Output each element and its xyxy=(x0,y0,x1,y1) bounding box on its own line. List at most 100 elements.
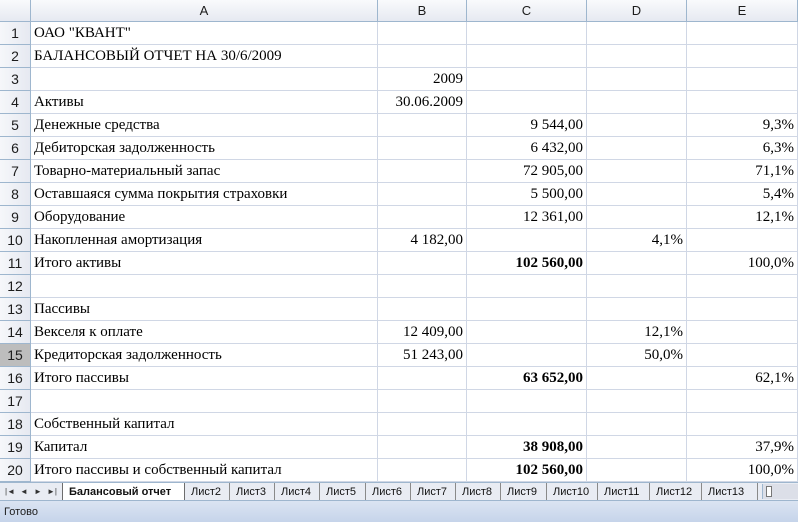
cell-e20[interactable]: 100,0% xyxy=(687,459,798,482)
row-header[interactable]: 14 xyxy=(0,321,31,344)
tab-scrollbar[interactable] xyxy=(762,484,798,499)
cell-e17[interactable] xyxy=(687,390,798,413)
cell-d4[interactable] xyxy=(587,91,687,114)
cell-c2[interactable] xyxy=(467,45,587,68)
row-header[interactable]: 2 xyxy=(0,45,31,68)
cell-d3[interactable] xyxy=(587,68,687,91)
cell-c11[interactable]: 102 560,00 xyxy=(467,252,587,275)
cell-c6[interactable]: 6 432,00 xyxy=(467,137,587,160)
sheet-tab[interactable]: Лист6 xyxy=(366,483,411,500)
row-header[interactable]: 7 xyxy=(0,160,31,183)
row-header[interactable]: 12 xyxy=(0,275,31,298)
cell-c9[interactable]: 12 361,00 xyxy=(467,206,587,229)
cell-b16[interactable] xyxy=(378,367,467,390)
cell-d20[interactable] xyxy=(587,459,687,482)
row-header[interactable]: 4 xyxy=(0,91,31,114)
row-header[interactable]: 1 xyxy=(0,22,31,45)
cell-e11[interactable]: 100,0% xyxy=(687,252,798,275)
row-header[interactable]: 5 xyxy=(0,114,31,137)
row-header[interactable]: 9 xyxy=(0,206,31,229)
cell-c15[interactable] xyxy=(467,344,587,367)
cell-d11[interactable] xyxy=(587,252,687,275)
cell-a3[interactable] xyxy=(31,68,378,91)
cell-b14[interactable]: 12 409,00 xyxy=(378,321,467,344)
cell-d12[interactable] xyxy=(587,275,687,298)
sheet-tab[interactable]: Лист2 xyxy=(185,483,230,500)
sheet-tab[interactable]: Лист7 xyxy=(411,483,456,500)
cell-a16[interactable]: Итого пассивы xyxy=(31,367,378,390)
cell-d10[interactable]: 4,1% xyxy=(587,229,687,252)
cell-c13[interactable] xyxy=(467,298,587,321)
cell-c19[interactable]: 38 908,00 xyxy=(467,436,587,459)
cell-d6[interactable] xyxy=(587,137,687,160)
cell-d17[interactable] xyxy=(587,390,687,413)
sheet-tab[interactable]: Лист8 xyxy=(456,483,501,500)
cell-b3[interactable]: 2009 xyxy=(378,68,467,91)
sheet-tab[interactable]: Лист12 xyxy=(650,483,702,500)
cell-d9[interactable] xyxy=(587,206,687,229)
cell-b11[interactable] xyxy=(378,252,467,275)
cell-e3[interactable] xyxy=(687,68,798,91)
spreadsheet-grid[interactable]: ABCDE 1 ОАО "КВАНТ" 2 БАЛАНСОВЫЙ ОТЧЕТ НА 3… xyxy=(0,0,798,482)
cell-b15[interactable]: 51 243,00 xyxy=(378,344,467,367)
cell-a7[interactable]: Товарно-материальный запас xyxy=(31,160,378,183)
cell-a10[interactable]: Накопленная амортизация xyxy=(31,229,378,252)
cell-d14[interactable]: 12,1% xyxy=(587,321,687,344)
cell-a12[interactable] xyxy=(31,275,378,298)
column-header-c[interactable]: C xyxy=(467,0,587,22)
cell-e6[interactable]: 6,3% xyxy=(687,137,798,160)
cell-e19[interactable]: 37,9% xyxy=(687,436,798,459)
cell-e13[interactable] xyxy=(687,298,798,321)
tab-scrollbar-thumb[interactable] xyxy=(766,486,772,497)
cell-b4[interactable]: 30.06.2009 xyxy=(378,91,467,114)
cell-d18[interactable] xyxy=(587,413,687,436)
cell-b2[interactable] xyxy=(378,45,467,68)
row-header[interactable]: 19 xyxy=(0,436,31,459)
cell-a8[interactable]: Оставшаяся сумма покрытия страховки xyxy=(31,183,378,206)
last-sheet-button[interactable]: ►| xyxy=(46,485,58,498)
cell-b13[interactable] xyxy=(378,298,467,321)
prev-sheet-button[interactable]: ◄ xyxy=(18,485,30,498)
cell-c14[interactable] xyxy=(467,321,587,344)
cell-d13[interactable] xyxy=(587,298,687,321)
sheet-tab[interactable]: Лист11 xyxy=(598,483,650,500)
cell-b8[interactable] xyxy=(378,183,467,206)
cell-b9[interactable] xyxy=(378,206,467,229)
column-header-d[interactable]: D xyxy=(587,0,687,22)
cell-b1[interactable] xyxy=(378,22,467,45)
cell-a1[interactable]: ОАО "КВАНТ" xyxy=(31,22,378,45)
cell-a19[interactable]: Капитал xyxy=(31,436,378,459)
row-header[interactable]: 20 xyxy=(0,459,31,482)
row-header[interactable]: 15 xyxy=(0,344,31,367)
sheet-tab[interactable]: Лист5 xyxy=(320,483,366,500)
sheet-tab[interactable]: Лист9 xyxy=(501,483,547,500)
row-header[interactable]: 11 xyxy=(0,252,31,275)
cell-a6[interactable]: Дебиторская задолженность xyxy=(31,137,378,160)
sheet-tab[interactable]: Лист3 xyxy=(230,483,275,500)
cell-b5[interactable] xyxy=(378,114,467,137)
cell-b7[interactable] xyxy=(378,160,467,183)
row-header[interactable]: 17 xyxy=(0,390,31,413)
cell-c12[interactable] xyxy=(467,275,587,298)
next-sheet-button[interactable]: ► xyxy=(32,485,44,498)
row-header[interactable]: 6 xyxy=(0,137,31,160)
cell-d7[interactable] xyxy=(587,160,687,183)
cell-e10[interactable] xyxy=(687,229,798,252)
cell-c4[interactable] xyxy=(467,91,587,114)
cell-d2[interactable] xyxy=(587,45,687,68)
cell-e7[interactable]: 71,1% xyxy=(687,160,798,183)
cell-a4[interactable]: Активы xyxy=(31,91,378,114)
row-header[interactable]: 13 xyxy=(0,298,31,321)
cell-a5[interactable]: Денежные средства xyxy=(31,114,378,137)
cell-a2[interactable]: БАЛАНСОВЫЙ ОТЧЕТ НА 30/6/2009 xyxy=(31,45,378,68)
cell-a18[interactable]: Собственный капитал xyxy=(31,413,378,436)
cell-e15[interactable] xyxy=(687,344,798,367)
cell-e4[interactable] xyxy=(687,91,798,114)
row-header[interactable]: 3 xyxy=(0,68,31,91)
cell-e16[interactable]: 62,1% xyxy=(687,367,798,390)
cell-e14[interactable] xyxy=(687,321,798,344)
row-header[interactable]: 8 xyxy=(0,183,31,206)
cell-c16[interactable]: 63 652,00 xyxy=(467,367,587,390)
cell-a14[interactable]: Векселя к оплате xyxy=(31,321,378,344)
sheet-tab[interactable]: Балансовый отчет xyxy=(62,483,185,500)
